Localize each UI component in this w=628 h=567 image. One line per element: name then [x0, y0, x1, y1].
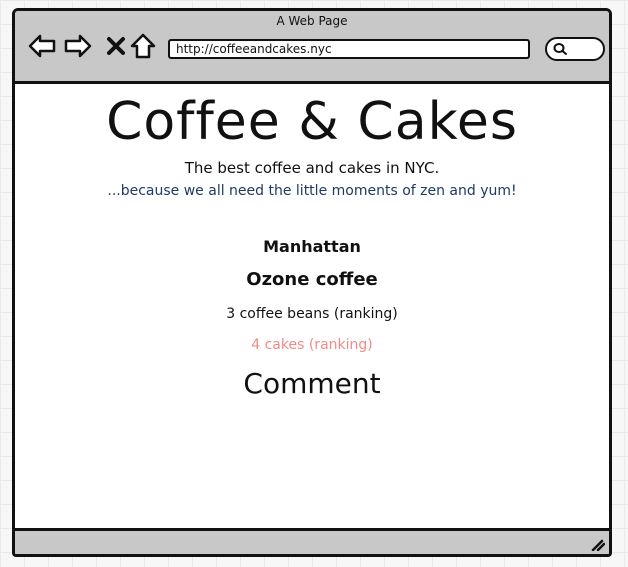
search-icon [553, 43, 567, 55]
home-button[interactable] [128, 31, 158, 61]
stop-button[interactable] [101, 31, 131, 61]
resize-grip-icon[interactable] [589, 537, 605, 551]
page-tagline: ...because we all need the little moment… [107, 183, 517, 199]
forward-button[interactable] [63, 31, 93, 61]
window-title: A Web Page [276, 14, 348, 28]
status-bar [15, 528, 609, 554]
address-bar[interactable]: http://coffeeandcakes.nyc [168, 39, 530, 59]
close-icon [107, 37, 125, 55]
page-subtitle: The best coffee and cakes in NYC. [184, 159, 440, 177]
search-button[interactable] [545, 37, 605, 61]
neighborhood-heading: Manhattan [263, 237, 361, 256]
forward-arrow-icon [64, 34, 92, 58]
page-content: Coffee & Cakes The best coffee and cakes… [15, 84, 609, 528]
browser-window: A Web Page http://coffeeandcakes.nyc Cof… [12, 8, 612, 557]
shop-name: Ozone coffee [246, 269, 378, 290]
page-title: Coffee & Cakes [106, 92, 518, 152]
coffee-ranking: 3 coffee beans (ranking) [226, 306, 398, 322]
back-arrow-icon [28, 34, 56, 58]
home-icon [130, 33, 156, 59]
cake-ranking: 4 cakes (ranking) [251, 337, 373, 353]
browser-toolbar: A Web Page http://coffeeandcakes.nyc [15, 11, 609, 84]
back-button[interactable] [27, 31, 57, 61]
comment-heading: Comment [243, 367, 381, 400]
